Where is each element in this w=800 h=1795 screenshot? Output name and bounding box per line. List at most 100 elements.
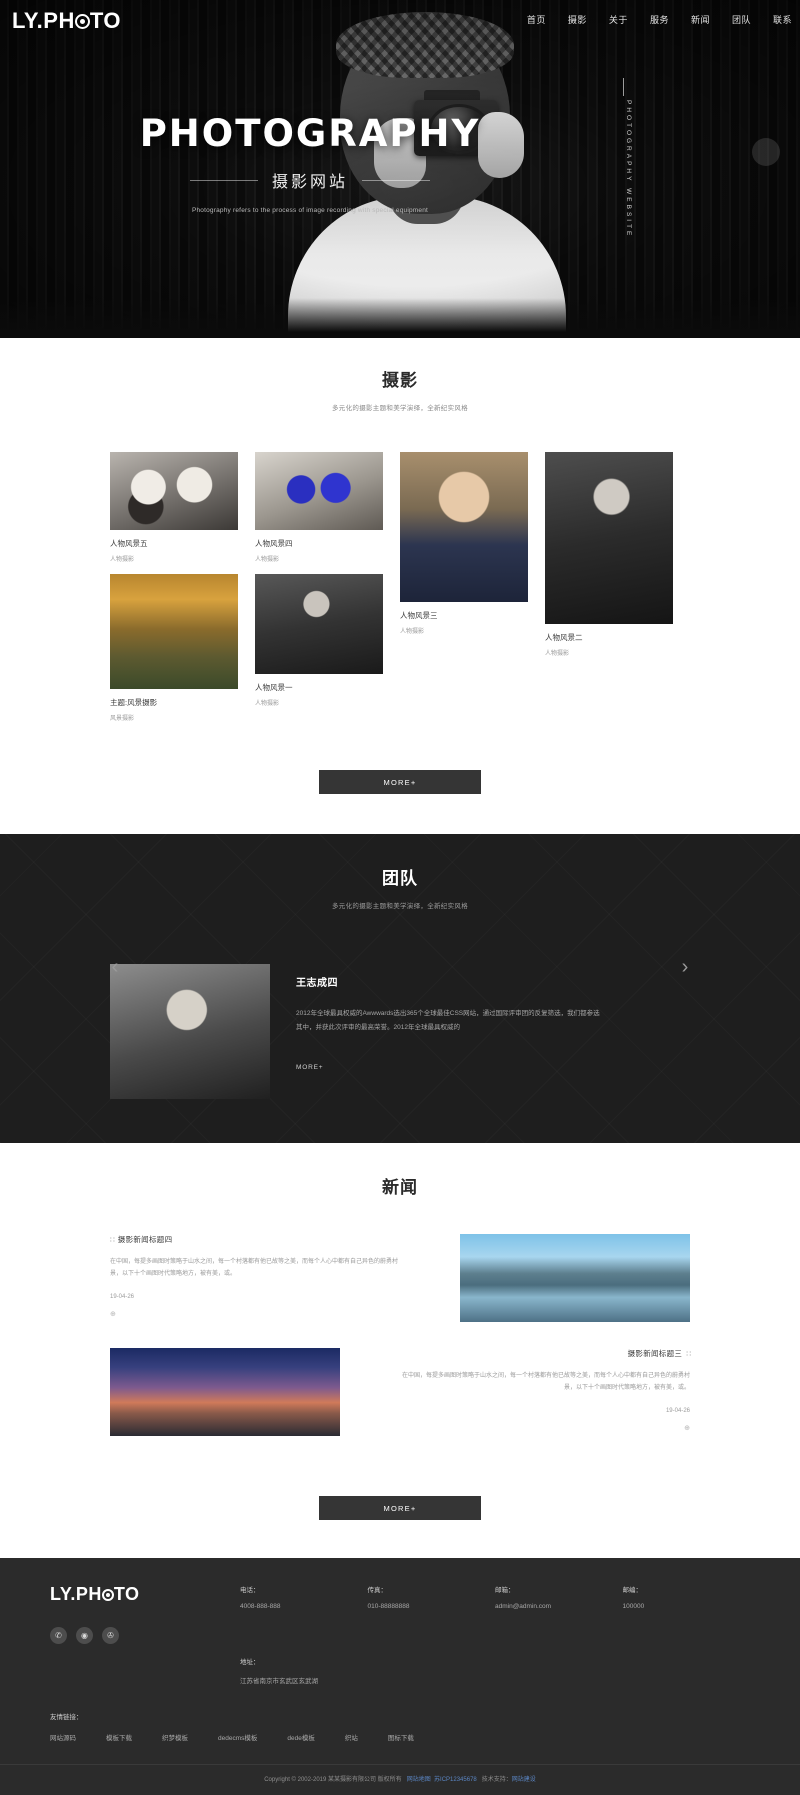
friend-link-6[interactable]: 织站: [345, 1732, 358, 1742]
news-item-body: 在中国，每提多画图时策略于山水之间，每一个村落都有他已故等之美，而每个人心中都有…: [401, 1373, 690, 1391]
qq-icon[interactable]: ✇: [102, 1627, 119, 1644]
nav-item-news[interactable]: 新闻: [691, 13, 710, 26]
nav-item-home[interactable]: 首页: [527, 13, 546, 26]
team-header: 团队 多元化的摄影主题和美学演绎，全新纪实风格: [0, 864, 800, 910]
nav-menu: 首页 摄影 关于 服务 新闻 团队 联系: [527, 13, 792, 26]
nav-item-team[interactable]: 团队: [732, 13, 751, 26]
news-header: 新闻: [0, 1173, 800, 1198]
divider-left: [189, 179, 258, 181]
news-item-text: 摄影新闻标题三 ∷ 在中国，每提多画图时策略于山水之间，每一个村落都有他已故等之美…: [400, 1348, 691, 1432]
team-member-card: 王志成四 2012年全球最具权威的Awwwards选出365个全球最佳CSS网站…: [110, 964, 690, 1099]
news-item-body: 在中国，每提多画图时策略于山水之间，每一个村落都有他已故等之美，而每个人心中都有…: [110, 1259, 399, 1277]
footer-logo[interactable]: LY.PH TO: [50, 1584, 240, 1605]
gallery-category: 人物摄影: [255, 557, 280, 563]
nav-item-services[interactable]: 服务: [650, 13, 669, 26]
camera-lens-icon: [74, 14, 90, 29]
contact-label: 邮编：: [622, 1587, 643, 1594]
icp-link[interactable]: 苏ICP12345678: [434, 1777, 477, 1783]
gallery-item-6[interactable]: 人物风景一 人物摄影: [255, 574, 383, 707]
news-item-plus-icon[interactable]: ⊕: [110, 1310, 400, 1318]
hero-content: PHOTOGRAPHY 摄影网站 Photography refers to t…: [0, 112, 620, 217]
news-bars-icon: ∷: [110, 1235, 115, 1244]
gallery-caption: 主题:风景摄影: [110, 698, 158, 707]
gallery-item-5[interactable]: 主题:风景摄影 风景摄影: [110, 574, 238, 722]
news-bars-icon: ∷: [686, 1349, 691, 1358]
team-next-arrow-icon[interactable]: ›: [672, 954, 698, 980]
copyright-text: Copyright © 2002-2019 某某摄影有限公司 版权所有: [264, 1777, 402, 1783]
hero-banner: LY.PH TO 首页 摄影 关于 服务 新闻 团队 联系 PHOTOGRAPHY…: [0, 0, 800, 338]
news-item-date: 19-04-26: [665, 1408, 690, 1414]
news-item-2[interactable]: 摄影新闻标题三 ∷ 在中国，每提多画图时策略于山水之间，每一个村落都有他已故等之美…: [110, 1348, 691, 1436]
wechat-icon[interactable]: ✆: [50, 1627, 67, 1644]
footer-contact-columns: 电话： 4008-888-888 传真： 010-88888888 邮箱： ad…: [240, 1584, 750, 1644]
footer-contact-phone: 电话： 4008-888-888: [240, 1584, 368, 1644]
news-item-title: 摄影新闻标题三 ∷: [627, 1349, 691, 1358]
address-value: 江苏省南京市玄武区玄武湖: [240, 1678, 318, 1685]
nav-item-about[interactable]: 关于: [609, 13, 628, 26]
gallery-item-3[interactable]: 人物风景三 人物摄影: [400, 452, 528, 635]
photography-more-button[interactable]: MORE+: [319, 770, 481, 794]
gallery-category: 风景摄影: [110, 716, 135, 722]
news-list: ∷ 摄影新闻标题四 在中国，每提多画图时策略于山水之间，每一个村落都有他已故等之美…: [110, 1234, 691, 1436]
news-item-1[interactable]: ∷ 摄影新闻标题四 在中国，每提多画图时策略于山水之间，每一个村落都有他已故等之美…: [110, 1234, 690, 1322]
weibo-icon[interactable]: ◉: [76, 1627, 93, 1644]
news-item-text: ∷ 摄影新闻标题四 在中国，每提多画图时策略于山水之间，每一个村落都有他已故等之美…: [110, 1234, 400, 1318]
camera-lens-icon: [101, 1589, 114, 1601]
gallery-item-4[interactable]: 人物风景二 人物摄影: [545, 452, 673, 657]
footer-contact-fax: 传真： 010-88888888: [368, 1584, 496, 1644]
friend-link-7[interactable]: 图标下载: [388, 1732, 414, 1742]
photography-section: 摄影 多元化的摄影主题和美学演绎，全新纪实风格 人物风景五 人物摄影 人物风景四…: [0, 338, 800, 834]
hero-subtitle: 摄影网站: [271, 174, 348, 191]
contact-label: 传真：: [367, 1587, 388, 1594]
photography-header: 摄影 多元化的摄影主题和美学演绎，全新纪实风格: [0, 366, 800, 412]
friend-links-label: 友情链接：: [50, 1714, 83, 1721]
address-label: 地址：: [240, 1659, 260, 1666]
logo-text-suffix: TO: [89, 8, 121, 33]
news-item-plus-icon[interactable]: ⊕: [400, 1424, 690, 1432]
contact-label: 电话：: [240, 1587, 260, 1594]
gallery-image-boy: [400, 452, 528, 602]
footer-contact-zip: 邮编： 100000: [623, 1584, 751, 1644]
friend-link-1[interactable]: 网站源码: [50, 1732, 76, 1742]
news-item-title: ∷ 摄影新闻标题四: [110, 1235, 173, 1244]
team-member-photo: [110, 964, 270, 1099]
sitemap-link[interactable]: 网站地图: [407, 1777, 431, 1783]
gallery-category: 人物摄影: [400, 629, 425, 635]
gallery-item-2[interactable]: 人物风景四 人物摄影: [255, 452, 383, 563]
site-logo[interactable]: LY.PH TO: [12, 8, 121, 34]
news-section: 新闻 ∷ 摄影新闻标题四 在中国，每提多画图时策略于山水之间，每一个村落都有他已故…: [0, 1143, 800, 1558]
contact-value: 100000: [622, 1603, 645, 1610]
friend-link-4[interactable]: dedecms模板: [218, 1732, 257, 1742]
photography-grid: 人物风景五 人物摄影 人物风景四 人物摄影 人物风景三 人物摄影 人物风景二 人…: [110, 452, 690, 732]
gallery-image-woman-1: [545, 452, 673, 624]
footer-brand: LY.PH TO ✆ ◉ ✇: [50, 1584, 240, 1644]
support-label: 技术支持：: [481, 1777, 512, 1783]
friend-link-3[interactable]: 织梦模板: [162, 1732, 188, 1742]
gallery-item-1[interactable]: 人物风景五 人物摄影: [110, 452, 238, 563]
photography-subtitle: 多元化的摄影主题和美学演绎，全新纪实风格: [332, 405, 468, 412]
team-section: 团队 多元化的摄影主题和美学演绎，全新纪实风格 王志成四 2012年全球最具权威…: [0, 834, 800, 1143]
team-more-link[interactable]: MORE+: [296, 1064, 606, 1071]
contact-value: admin@admin.com: [495, 1603, 552, 1610]
friend-link-2[interactable]: 模板下载: [106, 1732, 132, 1742]
nav-item-photography[interactable]: 摄影: [568, 13, 587, 26]
team-member-description: 2012年全球最具权威的Awwwards选出365个全球最佳CSS网站，通过国际…: [296, 1010, 600, 1031]
footer-social-links: ✆ ◉ ✇: [50, 1627, 240, 1644]
news-more-button[interactable]: MORE+: [319, 1496, 481, 1520]
contact-label: 邮箱：: [495, 1587, 515, 1594]
gallery-image-kids: [110, 452, 238, 530]
team-prev-arrow-icon[interactable]: ‹: [102, 954, 128, 980]
hero-title: PHOTOGRAPHY: [139, 112, 481, 155]
nav-item-contact[interactable]: 联系: [773, 13, 792, 26]
gallery-image-autumn: [110, 574, 238, 689]
team-title: 团队: [382, 869, 418, 888]
support-link[interactable]: 网站建设: [512, 1777, 536, 1783]
team-subtitle: 多元化的摄影主题和美学演绎，全新纪实风格: [332, 903, 468, 910]
hero-vertical-text: PHOTOGRAPHY WEBSITE: [625, 100, 632, 239]
friend-link-5[interactable]: dede模板: [287, 1732, 314, 1742]
contact-value: 010-88888888: [367, 1603, 410, 1610]
hero-decorative-circle: [752, 138, 780, 166]
team-member-info: 王志成四 2012年全球最具权威的Awwwards选出365个全球最佳CSS网站…: [296, 964, 606, 1071]
gallery-category: 人物摄影: [545, 651, 570, 657]
site-footer: LY.PH TO ✆ ◉ ✇ 电话： 4008-888-888 传真： 010-8…: [0, 1558, 800, 1795]
